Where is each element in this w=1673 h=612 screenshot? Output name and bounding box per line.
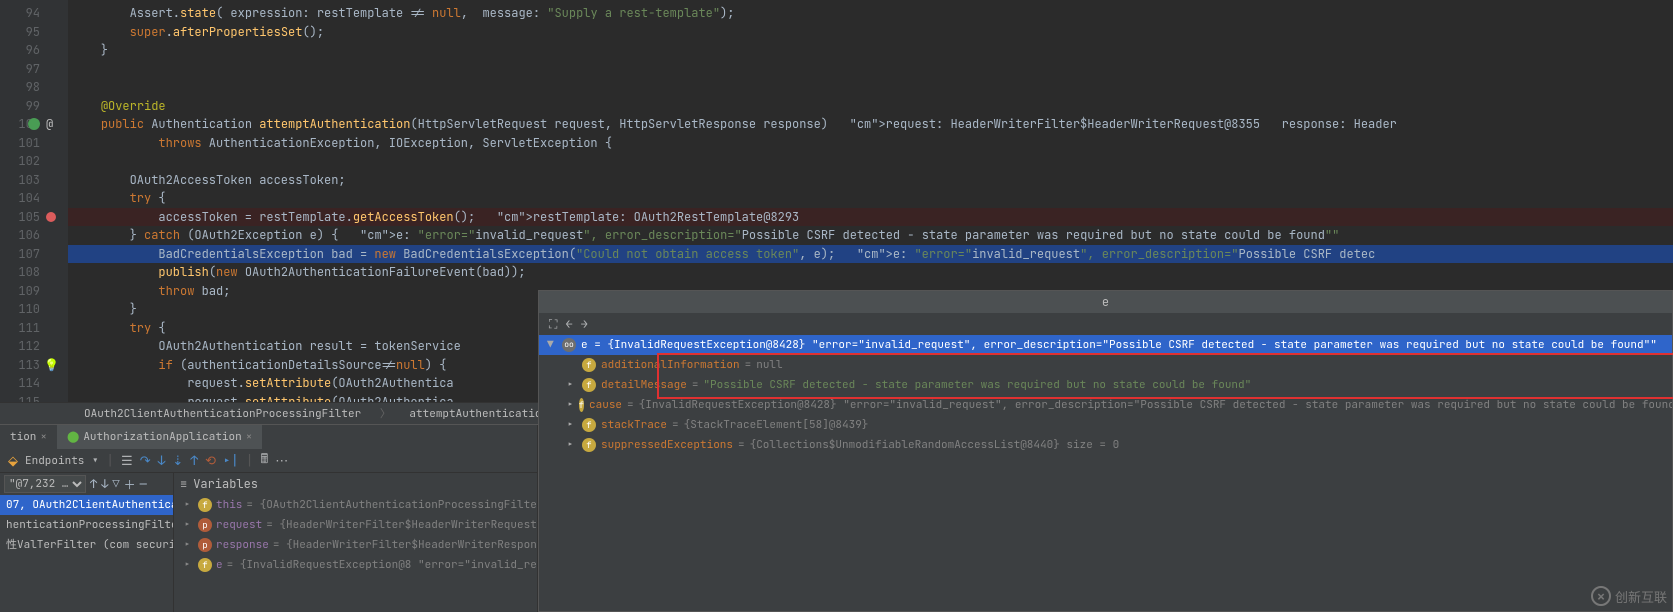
arrow-down-icon[interactable]: ↓ [101,476,108,492]
line-number[interactable]: 95 [0,23,68,42]
variable-node[interactable]: ▸p request = {HeaderWriterFilter$HeaderW… [174,515,537,535]
line-number-gutter[interactable]: 9495969798991001011021031041051061071081… [0,0,68,402]
line-number[interactable]: 99 [0,97,68,116]
line-number[interactable]: 115 [0,393,68,403]
code-line[interactable]: } catch (OAuth2Exception e) { "cm">e: "e… [68,226,1673,245]
line-number[interactable]: 114 [0,374,68,393]
popup-field[interactable]: f additionalInformation = null [539,355,1672,375]
debug-tab-2[interactable]: ⬤ AuthorizationApplication × [57,425,262,449]
evaluate-popup[interactable]: e ⛶ ← → ▼oo e = {InvalidRequestException… [538,290,1673,612]
code-line[interactable]: @Override [68,97,1673,116]
stack-frame[interactable]: henticationProcessingFilter (o [0,515,173,535]
code-line[interactable] [68,60,1673,79]
variables-title: Variables [193,473,258,495]
code-line[interactable]: OAuth2AccessToken accessToken; [68,171,1673,190]
code-line[interactable]: public Authentication attemptAuthenticat… [68,115,1673,134]
line-number[interactable]: 108 [0,263,68,282]
back-icon[interactable]: ← [565,316,572,332]
run-to-cursor-icon[interactable]: ▸| [223,452,239,469]
watermark: ✕ 创新互联 [1591,586,1667,606]
line-number[interactable]: 105 [0,208,68,227]
line-number[interactable]: 97 [0,60,68,79]
line-number[interactable]: 100 [0,115,68,134]
variable-node[interactable]: ▸f e = {InvalidRequestException@8 "error… [174,555,537,575]
endpoints-icon[interactable]: ⬙ [8,452,18,469]
plus-icon[interactable]: ＋ [124,476,136,493]
minus-icon[interactable]: — [140,476,147,492]
variable-node[interactable]: ▸p response = {HeaderWriterFilter$Header… [174,535,537,555]
list-icon: ≡ [180,473,187,495]
thread-selector[interactable]: "@7,232 … [4,475,86,493]
code-line[interactable]: try { [68,189,1673,208]
line-number[interactable]: 96 [0,41,68,60]
force-step-into-icon[interactable]: ⇣ [172,452,183,469]
code-line[interactable]: } [68,41,1673,60]
chevron-down-icon[interactable]: ▾ [91,452,99,469]
line-number[interactable]: 107 [0,245,68,264]
forward-icon[interactable]: → [581,316,588,332]
code-line[interactable]: throws AuthenticationException, IOExcept… [68,134,1673,153]
step-over-icon[interactable]: ↷ [140,452,151,469]
variables-panel[interactable]: ≡ Variables ▸f this = {OAuth2ClientAuthe… [174,473,537,612]
stack-frame[interactable]: 07, OAuth2ClientAuthentication [0,495,173,515]
popup-field[interactable]: ▸f cause = {InvalidRequestException@8428… [539,395,1672,415]
chevron-right-icon: 〉 [374,407,397,421]
funnel-icon[interactable]: ▽ [112,476,119,492]
frames-panel[interactable]: "@7,232 … ↑ ↓ ▽ ＋ — 07, OAuth2ClientAuth… [0,473,174,612]
link-icon[interactable]: ⛶ [549,316,557,332]
close-icon[interactable]: × [40,430,47,444]
code-line[interactable] [68,78,1673,97]
code-line[interactable]: accessToken = restTemplate.getAccessToke… [68,208,1673,227]
close-icon[interactable]: × [246,430,253,444]
debug-tabs[interactable]: tion × ⬤ AuthorizationApplication × [0,425,537,449]
line-number[interactable]: 101 [0,134,68,153]
more-icon[interactable]: ⋯ [275,452,288,469]
line-number[interactable]: 106 [0,226,68,245]
line-number[interactable]: 94 [0,4,68,23]
code-line[interactable]: Assert.state( expression: restTemplate !… [68,4,1673,23]
code-line[interactable]: super.afterPropertiesSet(); [68,23,1673,42]
endpoints-label[interactable]: Endpoints [25,454,84,468]
line-number[interactable]: 98 [0,78,68,97]
drop-frame-icon[interactable]: ⟲ [205,452,216,469]
breadcrumb-class[interactable]: OAuth2ClientAuthenticationProcessingFilt… [78,407,367,421]
variable-node[interactable]: ▸f this = {OAuth2ClientAuthenticationPro… [174,495,537,515]
line-number[interactable]: 112 [0,337,68,356]
evaluate-icon[interactable]: 🖩 [260,450,268,472]
line-number[interactable]: 113 [0,356,68,375]
debug-tab-1[interactable]: tion × [0,425,57,449]
line-number[interactable]: 111 [0,319,68,338]
stack-frame[interactable]: 性ValTerFilter (com security web [0,535,173,555]
popup-field[interactable]: ▸f suppressedExceptions = {Collections$U… [539,435,1672,455]
code-line[interactable]: BadCredentialsException bad = new BadCre… [68,245,1673,264]
toolbar-icon[interactable]: ☰ [121,452,133,469]
step-out-icon[interactable]: ↑ [190,452,198,469]
line-number[interactable]: 109 [0,282,68,301]
line-number[interactable]: 110 [0,300,68,319]
popup-root[interactable]: ▼oo e = {InvalidRequestException@8428} "… [539,335,1672,355]
code-line[interactable]: publish(new OAuth2AuthenticationFailureE… [68,263,1673,282]
step-into-icon[interactable]: ↓ [158,452,166,469]
popup-field[interactable]: ▸f detailMessage = "Possible CSRF detect… [539,375,1672,395]
popup-title: e [539,291,1672,313]
run-icon: ⬤ [67,430,79,444]
line-number[interactable]: 102 [0,152,68,171]
popup-field[interactable]: ▸f stackTrace = {StackTraceElement[58]@8… [539,415,1672,435]
arrow-up-icon[interactable]: ↑ [90,476,97,492]
code-line[interactable] [68,152,1673,171]
line-number[interactable]: 104 [0,189,68,208]
debug-toolbar[interactable]: ⬙ Endpoints ▾ | ☰ ↷ ↓ ⇣ ↑ ⟲ ▸| | 🖩 ⋯ [0,449,537,473]
logo-icon: ✕ [1591,586,1611,606]
line-number[interactable]: 103 [0,171,68,190]
